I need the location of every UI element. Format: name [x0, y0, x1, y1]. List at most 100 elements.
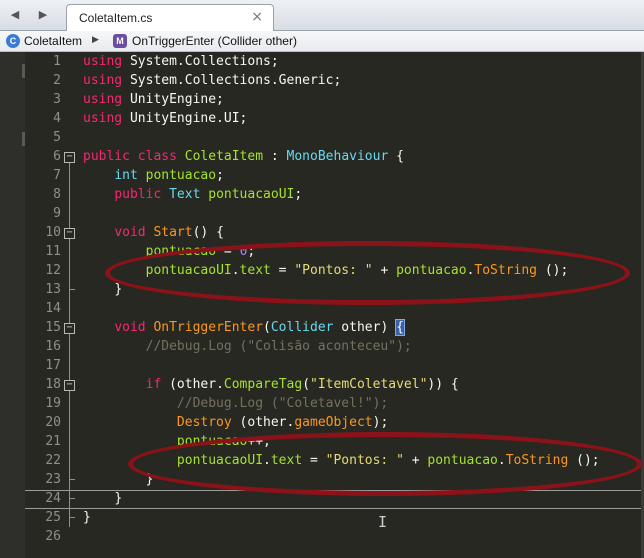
- code-line-20: Destroy (other.gameObject);: [83, 413, 388, 432]
- code-text-segment: ): [380, 320, 397, 335]
- comment: //Debug.Log ("Colisão aconteceu");: [145, 339, 412, 354]
- type: Text: [169, 187, 201, 202]
- code-line-16: //Debug.Log ("Colisão aconteceu");: [83, 337, 412, 356]
- line-number: 24: [45, 491, 61, 506]
- code-editor[interactable]: 1 2 3 4 5 6 7 8 9 10 11 12 13 14 15 16 1…: [0, 52, 644, 558]
- tab-coletaitem[interactable]: ColetaItem.cs ×: [66, 4, 274, 32]
- fold-end-marker: [69, 289, 75, 290]
- code-text-segment: () {: [192, 225, 224, 240]
- line-number: 22: [45, 453, 61, 468]
- class-icon: C: [6, 34, 20, 48]
- line-number: 8: [53, 187, 61, 202]
- type: int: [114, 168, 138, 183]
- line-number: 26: [45, 529, 61, 544]
- code-line-18: if (other.CompareTag("ItemColetavel")) {: [83, 375, 459, 394]
- fold-end-marker: [69, 517, 75, 518]
- code-line-7: int pontuacao;: [83, 166, 224, 185]
- navigate-back-icon[interactable]: ◀: [4, 5, 26, 25]
- string-literal: "ItemColetavel": [310, 377, 428, 392]
- line-number: 14: [45, 301, 61, 316]
- code-line-15: void OnTriggerEnter(Collider other) {: [83, 318, 405, 337]
- highlight-ellipse-line-22: [128, 432, 642, 496]
- type: Collider: [270, 320, 334, 335]
- line-number: 12: [45, 263, 61, 278]
- line-number: 20: [45, 415, 61, 430]
- highlight-ellipse-line-12: [105, 241, 630, 305]
- code-text-segment: System.Collections.Generic;: [122, 73, 342, 88]
- line-number: 19: [45, 396, 61, 411]
- code-line-19: //Debug.Log ("Coletavel!");: [83, 394, 388, 413]
- method-icon: M: [113, 34, 127, 48]
- collapse-start-icon[interactable]: −: [64, 228, 75, 239]
- document-tab-bar: ◀ ▶ ColetaItem.cs ×: [0, 0, 644, 32]
- code-text-segment: System.Collections;: [122, 54, 279, 69]
- line-number: 7: [53, 168, 61, 183]
- line-number: 23: [45, 472, 61, 487]
- code-text-segment: ;: [216, 168, 224, 183]
- line-number: 6: [53, 149, 61, 164]
- line-number: 16: [45, 339, 61, 354]
- line-number: 10: [45, 225, 61, 240]
- line-number: 2: [53, 73, 61, 88]
- code-line-24: }: [83, 489, 122, 508]
- code-text-segment: )) {: [427, 377, 459, 392]
- class-dropdown[interactable]: ColetaItem: [24, 34, 82, 48]
- fold-end-marker: [69, 479, 75, 480]
- line-number: 25: [45, 510, 61, 525]
- code-text-segment: other: [333, 320, 381, 335]
- keyword: void: [114, 225, 146, 240]
- collapse-ontriggerenter-icon[interactable]: −: [64, 323, 75, 334]
- tab-title: ColetaItem.cs: [79, 11, 153, 25]
- visual-studio-window: ◀ ▶ ColetaItem.cs × C ColetaItem ▶ M OnT…: [0, 0, 644, 558]
- close-tab-icon[interactable]: ×: [251, 9, 263, 25]
- method-call: CompareTag: [223, 377, 303, 392]
- code-text-segment: :: [263, 149, 287, 164]
- keyword: if: [145, 377, 162, 392]
- collapse-class-icon[interactable]: −: [64, 152, 75, 163]
- keyword: using: [83, 92, 123, 107]
- code-text-segment: (: [302, 377, 311, 392]
- collapse-if-icon[interactable]: −: [64, 380, 75, 391]
- breadcrumb-separator-icon: ▶: [92, 34, 99, 44]
- keyword: class: [129, 149, 177, 164]
- line-number: 4: [53, 111, 61, 126]
- code-line-4: using UnityEngine.UI;: [83, 109, 247, 128]
- class-name: ColetaItem: [184, 149, 264, 164]
- line-number: 15: [45, 320, 61, 335]
- method-name: Start: [153, 225, 193, 240]
- method-name: OnTriggerEnter: [153, 320, 264, 335]
- text-cursor-icon: I: [378, 513, 388, 531]
- code-text-segment: (other.: [231, 415, 295, 430]
- line-number: 18: [45, 377, 61, 392]
- code-line-2: using System.Collections.Generic;: [83, 71, 341, 90]
- keyword: public: [83, 149, 130, 164]
- method-call: Destroy: [176, 415, 232, 430]
- code-text-segment: UnityEngine.UI;: [122, 111, 248, 126]
- line-number: 3: [53, 92, 61, 107]
- closing-brace: }: [83, 510, 91, 525]
- code-line-1: using System.Collections;: [83, 52, 279, 71]
- code-text-segment: ;: [294, 187, 303, 202]
- code-line-25: }: [83, 508, 91, 527]
- keyword: using: [83, 73, 123, 88]
- keyword: using: [83, 111, 123, 126]
- keyword: using: [83, 54, 123, 69]
- navigate-forward-icon[interactable]: ▶: [32, 5, 54, 25]
- closing-brace: }: [114, 491, 123, 506]
- line-number: 1: [53, 54, 61, 69]
- method-dropdown[interactable]: OnTriggerEnter (Collider other): [132, 34, 297, 48]
- keyword: public: [114, 187, 162, 202]
- field: pontuacao: [145, 168, 217, 183]
- code-line-8: public Text pontuacaoUI;: [83, 185, 302, 204]
